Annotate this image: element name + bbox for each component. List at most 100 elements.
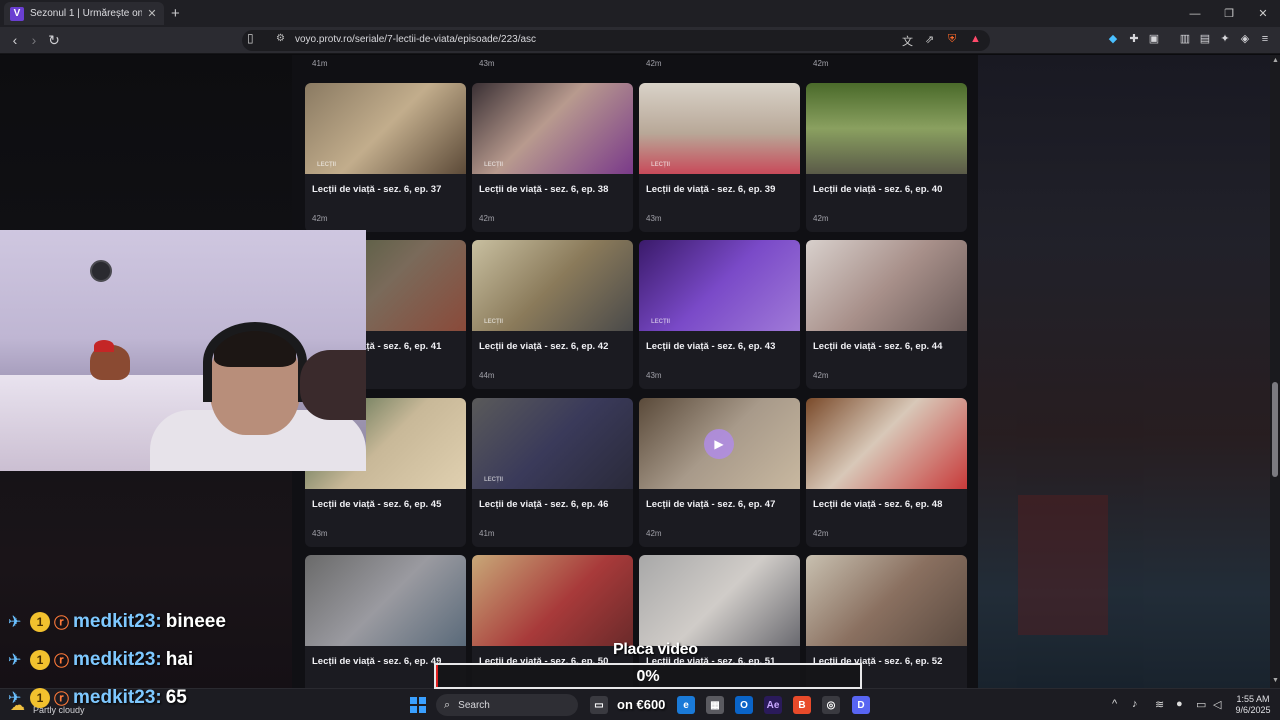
scroll-thumb[interactable] bbox=[1272, 382, 1278, 477]
menu-icon[interactable]: ≡ bbox=[1258, 32, 1272, 46]
play-icon[interactable]: ▶ bbox=[704, 429, 734, 459]
search-icon: ⌕ bbox=[444, 698, 451, 711]
episode-thumbnail[interactable]: LECȚII bbox=[639, 240, 800, 331]
gpu-label: Placa video bbox=[613, 641, 698, 658]
episode-thumbnail[interactable] bbox=[305, 555, 466, 646]
episode-thumbnail[interactable]: LECȚII bbox=[472, 83, 633, 174]
minimize-icon[interactable]: — bbox=[1178, 0, 1212, 27]
promo-text[interactable]: on €600 bbox=[617, 697, 665, 712]
subscriber-badge-icon: ⓡ bbox=[54, 652, 70, 670]
leo-ai-icon[interactable]: ✦ bbox=[1218, 32, 1232, 46]
site-settings-icon[interactable]: ⚙ bbox=[276, 33, 285, 44]
sidebar-icon[interactable]: ▥ bbox=[1178, 32, 1192, 46]
episode-title[interactable]: Lecții de viață - sez. 6, ep. 43 bbox=[646, 341, 775, 352]
volume-icon[interactable]: ◁ bbox=[1213, 698, 1221, 711]
episode-duration: 43m bbox=[312, 529, 328, 538]
episode-card[interactable]: Lecții de viață - sez. 6, ep. 48 42m bbox=[806, 398, 967, 547]
episode-thumbnail[interactable] bbox=[806, 398, 967, 489]
close-window-icon[interactable]: ✕ bbox=[1246, 0, 1280, 27]
chat-message: ✈ 1 ⓡ medkit23: 65 bbox=[8, 685, 187, 711]
episode-thumbnail[interactable] bbox=[806, 83, 967, 174]
network-icon[interactable]: ≋ bbox=[1155, 698, 1164, 711]
episode-card[interactable]: LECȚII Lecții de viață - sez. 6, ep. 37 … bbox=[305, 83, 466, 232]
page-scrollbar[interactable]: ▲ ▼ bbox=[1270, 55, 1280, 688]
brave-rewards-icon[interactable]: ▲ bbox=[970, 33, 981, 45]
after-effects-icon[interactable]: Ae bbox=[764, 696, 782, 714]
discord-icon[interactable]: D bbox=[852, 696, 870, 714]
gpu-progress-text: 0% bbox=[636, 668, 660, 685]
outlook-icon[interactable]: O bbox=[735, 696, 753, 714]
screenshot-icon[interactable]: ▣ bbox=[1147, 32, 1161, 46]
microphone-icon[interactable]: ● bbox=[1176, 698, 1183, 710]
episode-thumbnail[interactable] bbox=[806, 555, 967, 646]
task-view-icon[interactable]: ▭ bbox=[590, 696, 608, 714]
scroll-down-icon[interactable]: ▼ bbox=[1272, 677, 1279, 684]
episode-title[interactable]: Lecții de viață - sez. 6, ep. 45 bbox=[312, 499, 441, 510]
episode-duration: 42m bbox=[646, 529, 662, 538]
reload-icon[interactable]: ↻ bbox=[44, 31, 64, 49]
episode-card[interactable]: LECȚII Lecții de viață - sez. 6, ep. 38 … bbox=[472, 83, 633, 232]
episode-title[interactable]: Lecții de viață - sez. 6, ep. 48 bbox=[813, 499, 942, 510]
store-icon[interactable]: ▦ bbox=[706, 696, 724, 714]
chat-message: ✈ 1 ⓡ medkit23: hai bbox=[8, 647, 193, 673]
edge-icon[interactable]: e bbox=[677, 696, 695, 714]
episode-thumbnail[interactable]: LECȚII bbox=[472, 398, 633, 489]
brave-shield-icon[interactable]: ⛨ bbox=[948, 33, 956, 46]
episode-title[interactable]: Lecții de viață - sez. 6, ep. 47 bbox=[646, 499, 775, 510]
brave-icon[interactable]: B bbox=[793, 696, 811, 714]
new-tab-icon[interactable]: + bbox=[171, 5, 180, 22]
wallet-icon[interactable]: ▤ bbox=[1198, 32, 1212, 46]
scroll-up-icon[interactable]: ▲ bbox=[1272, 57, 1279, 64]
extension-icon[interactable]: ◆ bbox=[1106, 32, 1120, 46]
episode-thumbnail[interactable]: LECȚII bbox=[305, 83, 466, 174]
obs-icon[interactable]: ◎ bbox=[822, 696, 840, 714]
episode-card[interactable]: Lecții de viață - sez. 6, ep. 44 42m bbox=[806, 240, 967, 389]
windows-start-icon[interactable] bbox=[410, 697, 426, 713]
episode-duration: 43m bbox=[646, 214, 662, 223]
share-icon[interactable]: ⇗ bbox=[925, 33, 934, 46]
episode-card[interactable]: ▶ Lecții de viață - sez. 6, ep. 47 42m bbox=[639, 398, 800, 547]
forward-icon[interactable]: › bbox=[24, 31, 44, 49]
episode-title[interactable]: Lecții de viață - sez. 6, ep. 42 bbox=[479, 341, 608, 352]
clock-time: 1:55 AM bbox=[1236, 694, 1270, 704]
episode-thumbnail[interactable]: LECȚII bbox=[639, 83, 800, 174]
episode-title[interactable]: Lecții de viață - sez. 6, ep. 44 bbox=[813, 341, 942, 352]
taskbar-search[interactable]: ⌕ Search bbox=[436, 694, 578, 716]
episode-title[interactable]: Lecții de viață - sez. 6, ep. 49 bbox=[312, 656, 441, 667]
episode-card[interactable]: LECȚII Lecții de viață - sez. 6, ep. 43 … bbox=[639, 240, 800, 389]
back-icon[interactable]: ‹ bbox=[5, 31, 25, 49]
tray-overflow-icon[interactable]: ^ bbox=[1112, 698, 1117, 710]
speaker-icon[interactable]: ♪ bbox=[1132, 698, 1138, 710]
episode-card[interactable]: LECȚII Lecții de viață - sez. 6, ep. 39 … bbox=[639, 83, 800, 232]
vpn-icon[interactable]: ◈ bbox=[1238, 32, 1252, 46]
chat-text: 65 bbox=[165, 687, 187, 708]
display-icon[interactable]: ▭ bbox=[1196, 698, 1206, 711]
episode-title[interactable]: Lecții de viață - sez. 6, ep. 40 bbox=[813, 184, 942, 195]
taskbar-clock[interactable]: 1:55 AM 9/6/2025 bbox=[1229, 694, 1277, 716]
episode-duration: 42m bbox=[813, 59, 829, 68]
tab-title: Sezonul 1 | Urmărește online no bbox=[30, 8, 142, 19]
episode-card[interactable]: LECȚII Lecții de viață - sez. 6, ep. 46 … bbox=[472, 398, 633, 547]
episode-thumbnail[interactable] bbox=[639, 555, 800, 646]
bookmark-icon[interactable]: ▯ bbox=[247, 31, 254, 45]
browser-tab[interactable]: V Sezonul 1 | Urmărește online no ✕ bbox=[4, 2, 164, 25]
episode-title[interactable]: Lecții de viață - sez. 6, ep. 38 bbox=[479, 184, 608, 195]
episode-card[interactable]: Lecții de viață - sez. 6, ep. 40 42m bbox=[806, 83, 967, 232]
thumbnail-logo: LECȚII bbox=[317, 162, 336, 168]
translate-icon[interactable]: 文 bbox=[902, 33, 913, 49]
episode-card[interactable]: LECȚII Lecții de viață - sez. 6, ep. 42 … bbox=[472, 240, 633, 389]
restore-icon[interactable]: ❐ bbox=[1212, 0, 1246, 27]
pin-badge-icon: ✈ bbox=[8, 690, 22, 707]
headphones-shape bbox=[203, 322, 307, 402]
episode-title[interactable]: Lecții de viață - sez. 6, ep. 46 bbox=[479, 499, 608, 510]
episode-title[interactable]: Lecții de viață - sez. 6, ep. 39 bbox=[646, 184, 775, 195]
extensions-puzzle-icon[interactable]: ✚ bbox=[1127, 32, 1141, 46]
url-text[interactable]: voyo.protv.ro/seriale/7-lectii-de-viata/… bbox=[295, 34, 536, 45]
episode-thumbnail[interactable]: LECȚII bbox=[472, 240, 633, 331]
episode-thumbnail[interactable] bbox=[806, 240, 967, 331]
episode-thumbnail[interactable]: ▶ bbox=[639, 398, 800, 489]
chat-text: hai bbox=[165, 649, 194, 670]
tab-close-icon[interactable]: ✕ bbox=[146, 7, 158, 20]
episode-title[interactable]: Lecții de viață - sez. 6, ep. 37 bbox=[312, 184, 441, 195]
episode-thumbnail[interactable] bbox=[472, 555, 633, 646]
